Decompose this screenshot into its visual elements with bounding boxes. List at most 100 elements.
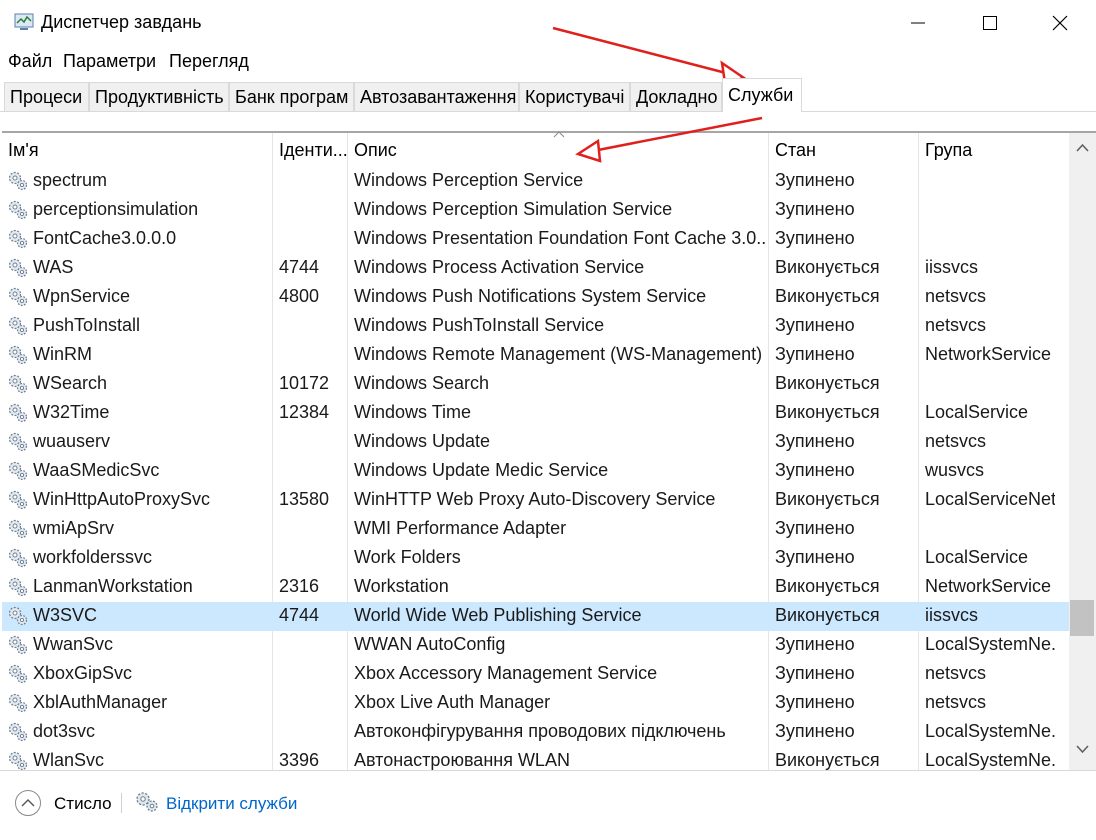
table-row[interactable]: WaaSMedicSvc Windows Update Medic Service… bbox=[2, 457, 1069, 486]
service-gear-icon bbox=[8, 403, 28, 423]
service-gear-icon bbox=[8, 693, 28, 713]
table-row[interactable]: XboxGipSvc Xbox Accessory Management Serv… bbox=[2, 660, 1069, 689]
service-description: WinHTTP Web Proxy Auto-Discovery Service bbox=[354, 489, 716, 509]
service-pid bbox=[279, 428, 345, 457]
table-row[interactable]: WinRM Windows Remote Management (WS-Manag… bbox=[2, 341, 1069, 370]
service-status: Зупинено bbox=[775, 431, 855, 451]
vertical-scrollbar[interactable] bbox=[1069, 133, 1096, 770]
service-status: Зупинено bbox=[775, 199, 855, 219]
tab-app-history[interactable]: Банк програм bbox=[229, 82, 354, 111]
menu-options[interactable]: Параметри bbox=[63, 51, 156, 72]
service-status: Виконується bbox=[775, 373, 880, 393]
service-pid: 4744 bbox=[279, 605, 320, 625]
table-row[interactable]: spectrum Windows Perception Service Зупине… bbox=[2, 167, 1069, 196]
table-row[interactable]: WAS 4744 Windows Process Activation Servic… bbox=[2, 254, 1069, 283]
service-group: netsvcs bbox=[925, 286, 987, 306]
service-status: Зупинено bbox=[775, 315, 855, 335]
scrollbar-thumb[interactable] bbox=[1070, 600, 1094, 636]
table-row[interactable]: LanmanWorkstation 2316 Workstation Виконуєт… bbox=[2, 573, 1069, 602]
tab-performance[interactable]: Продуктивність bbox=[89, 82, 229, 111]
service-description: Xbox Accessory Management Service bbox=[354, 663, 658, 683]
column-header-name[interactable]: Ім'я bbox=[2, 133, 272, 167]
service-pid bbox=[279, 515, 345, 544]
service-group: LocalService bbox=[925, 402, 1029, 422]
service-description: Windows Time bbox=[354, 402, 472, 422]
column-header-status[interactable]: Стан bbox=[769, 133, 919, 167]
table-row[interactable]: workfolderssvc Work Folders Зупинено LocalS… bbox=[2, 544, 1069, 573]
service-group: netsvcs bbox=[925, 315, 987, 335]
service-group: netsvcs bbox=[925, 692, 987, 712]
service-group bbox=[925, 196, 1055, 225]
service-pid bbox=[279, 225, 345, 254]
table-row[interactable]: XblAuthManager Xbox Live Auth Manager Зупи… bbox=[2, 689, 1069, 718]
tab-content-top bbox=[0, 112, 1096, 132]
service-pid: 4744 bbox=[279, 257, 320, 277]
service-description: Windows Remote Management (WS-Management… bbox=[354, 344, 763, 364]
service-pid: 2316 bbox=[279, 576, 320, 596]
table-row[interactable]: W32Time 12384 Windows Time Виконується Local… bbox=[2, 399, 1069, 428]
service-group: LocalSystemNe... bbox=[925, 750, 1055, 770]
minimize-button[interactable] bbox=[883, 0, 953, 46]
scroll-up-icon[interactable] bbox=[1076, 143, 1089, 152]
service-name: wuauserv bbox=[33, 431, 111, 451]
service-gear-icon bbox=[8, 171, 28, 191]
table-row[interactable]: WwanSvc WWAN AutoConfig Зупинено LocalSyste… bbox=[2, 631, 1069, 660]
service-status: Зупинено bbox=[775, 518, 855, 538]
service-description: Work Folders bbox=[354, 547, 461, 567]
service-pid bbox=[279, 660, 345, 689]
tab-processes[interactable]: Процеси bbox=[4, 82, 89, 111]
chevron-up-icon[interactable] bbox=[14, 789, 42, 817]
service-name: LanmanWorkstation bbox=[33, 576, 193, 596]
services-gear-icon bbox=[136, 792, 158, 812]
service-name: WaaSMedicSvc bbox=[33, 460, 160, 480]
service-description: Windows Update Medic Service bbox=[354, 460, 609, 480]
service-pid bbox=[279, 457, 345, 486]
open-services-link[interactable]: Відкрити служби bbox=[166, 794, 297, 814]
tab-details[interactable]: Докладно bbox=[630, 82, 722, 111]
service-pid bbox=[279, 631, 345, 660]
table-row[interactable]: WpnService 4800 Windows Push Notifications… bbox=[2, 283, 1069, 312]
tab-services[interactable]: Служби bbox=[722, 78, 802, 112]
status-divider bbox=[121, 793, 122, 813]
table-row[interactable]: dot3svc Автоконфігурування проводових під… bbox=[2, 718, 1069, 747]
table-row[interactable]: WinHttpAutoProxySvc 13580 WinHTTP Web Prox… bbox=[2, 486, 1069, 515]
window-title: Диспетчер завдань bbox=[41, 12, 202, 32]
table-row[interactable]: PushToInstall Windows PushToInstall Servi… bbox=[2, 312, 1069, 341]
service-description: Windows Perception Simulation Service bbox=[354, 199, 673, 219]
service-pid bbox=[279, 167, 345, 196]
close-button[interactable] bbox=[1025, 0, 1095, 46]
service-group: iissvcs bbox=[925, 257, 978, 277]
service-group bbox=[925, 370, 1055, 399]
service-gear-icon bbox=[8, 577, 28, 597]
column-header: Ім'я Іденти... Опис Стан Група bbox=[2, 133, 1069, 773]
menu-view[interactable]: Перегляд bbox=[169, 51, 249, 72]
table-row[interactable]: wuauserv Windows Update Зупинено netsvcs bbox=[2, 428, 1069, 457]
service-group: LocalServiceNet... bbox=[925, 489, 1055, 509]
column-header-group[interactable]: Група bbox=[919, 133, 1069, 167]
service-group: LocalService bbox=[925, 547, 1029, 567]
table-row[interactable]: W3SVC 4744 World Wide Web Publishing Servi… bbox=[2, 602, 1069, 631]
tab-startup[interactable]: Автозавантаження bbox=[354, 82, 519, 111]
table-row[interactable]: WlanSvc 3396 Автонастроювання WLAN Виконуєт… bbox=[2, 747, 1069, 770]
fewer-details-button[interactable]: Стисло bbox=[54, 794, 112, 814]
service-status: Зупинено bbox=[775, 663, 855, 683]
table-row[interactable]: FontCache3.0.0.0 Windows Presentation Fou… bbox=[2, 225, 1069, 254]
service-group bbox=[925, 167, 1055, 196]
service-name: W3SVC bbox=[33, 605, 98, 625]
table-row[interactable]: WSearch 10172 Windows Search Виконується bbox=[2, 370, 1069, 399]
maximize-icon bbox=[983, 16, 997, 30]
table-row[interactable]: perceptionsimulation Windows Perception S… bbox=[2, 196, 1069, 225]
column-header-pid[interactable]: Іденти... bbox=[273, 133, 347, 167]
maximize-button[interactable] bbox=[955, 0, 1025, 46]
service-group: netsvcs bbox=[925, 663, 987, 683]
scroll-down-icon[interactable] bbox=[1076, 745, 1089, 754]
service-status: Зупинено bbox=[775, 547, 855, 567]
column-header-description[interactable]: Опис bbox=[348, 133, 768, 167]
service-name: WwanSvc bbox=[33, 634, 114, 654]
table-row[interactable]: wmiApSrv WMI Performance Adapter Зупинено bbox=[2, 515, 1069, 544]
menu-file[interactable]: Файл bbox=[8, 51, 52, 72]
service-description: Автоконфігурування проводових підключень bbox=[354, 721, 726, 741]
service-gear-icon bbox=[8, 200, 28, 220]
tab-users[interactable]: Користувачі bbox=[519, 82, 630, 111]
service-name: dot3svc bbox=[33, 721, 96, 741]
